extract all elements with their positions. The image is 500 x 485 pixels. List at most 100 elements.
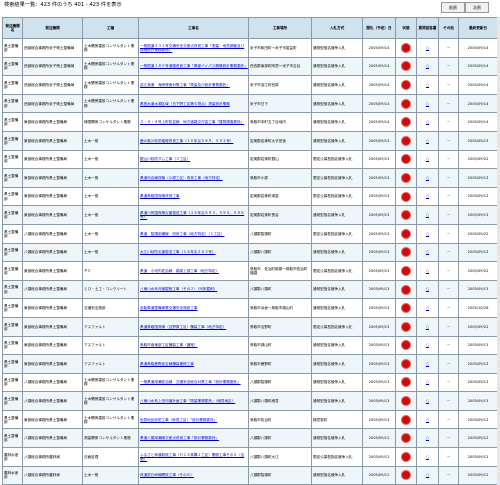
qa-doc-link[interactable]: ○ xyxy=(426,176,429,180)
title-cell[interactable]: 淀江漁港 海岸侵食対策工事「測量及び設計業務委託」 xyxy=(138,75,249,95)
status-seal-icon[interactable] xyxy=(401,79,411,90)
project-title-link[interactable]: 鹿の奥川砂防堰堤改良工事（１６年災５８９，５９２号） xyxy=(140,139,233,143)
status-cell[interactable] xyxy=(395,223,417,244)
qa-doc-link[interactable]: ○ xyxy=(426,343,429,347)
qa-cell[interactable]: ○ xyxy=(416,75,439,95)
title-cell[interactable]: 一般国道１８０号道路改良工事「車部バイパス概略設計業務委託」 xyxy=(138,56,249,77)
status-cell[interactable] xyxy=(395,38,417,58)
project-title-link[interactable]: 県道川所国府線災害復旧工事（１６年災５９３，５９４，５９５号） xyxy=(140,211,244,219)
qa-doc-link[interactable]: ○ xyxy=(426,232,429,236)
qa-doc-link[interactable]: ○ xyxy=(426,473,429,477)
title-cell[interactable]: 八東川水系河道掘削工事（その２）（河床掘削） xyxy=(138,279,249,300)
qa-cell[interactable]: ○ xyxy=(416,205,439,225)
qa-cell[interactable]: ○ xyxy=(416,186,439,207)
status-cell[interactable] xyxy=(395,130,417,151)
status-seal-icon[interactable] xyxy=(401,303,411,314)
next-page-button[interactable]: 次頁 xyxy=(465,2,489,13)
qa-cell[interactable]: ○ xyxy=(416,261,439,281)
qa-cell[interactable]: ○ xyxy=(416,112,439,132)
title-cell[interactable]: 大江川砂防災害復旧工事（１６年災２６３号） xyxy=(138,242,249,263)
project-title-link[interactable]: 林道辰巳峠線開設工事（その６） xyxy=(140,473,194,477)
qa-cell[interactable]: ○ xyxy=(416,223,439,244)
qa-doc-link[interactable]: ○ xyxy=(426,455,429,459)
project-title-link[interactable]: 大江川砂防災害復旧工事（１６年災２６３号） xyxy=(140,250,215,254)
qa-cell[interactable]: ○ xyxy=(416,316,439,337)
project-title-link[interactable]: 県道 智頭用瀬線 改良工事（地方特定）（１工区） xyxy=(140,232,224,236)
status-seal-icon[interactable] xyxy=(401,321,411,332)
project-title-link[interactable]: 県営水道水源区域（日下野工区第６測点）測量設計業務 xyxy=(140,102,230,106)
prev-page-button[interactable]: 前頁 xyxy=(441,2,465,13)
status-seal-icon[interactable] xyxy=(401,470,411,481)
title-cell[interactable]: 林道辰巳峠線開設工事（その６） xyxy=(138,465,249,485)
title-cell[interactable]: 銀山川砂防ダム工事（３工区） xyxy=(138,149,249,170)
status-cell[interactable] xyxy=(395,335,417,356)
qa-doc-link[interactable]: ○ xyxy=(426,139,429,143)
status-seal-icon[interactable] xyxy=(401,284,411,295)
qa-doc-link[interactable]: ○ xyxy=(426,306,429,310)
qa-doc-link[interactable]: ○ xyxy=(426,362,429,366)
status-cell[interactable] xyxy=(395,447,417,467)
project-title-link[interactable]: 八東川水系上流河道計画工事「測量業務委託」（細見地区） xyxy=(140,399,235,403)
title-cell[interactable]: 県道 小河内佐治線 橋梁上部工事（地方特定） xyxy=(138,261,249,281)
status-cell[interactable] xyxy=(395,279,417,300)
qa-cell[interactable]: ○ xyxy=(416,298,439,318)
qa-doc-link[interactable]: ○ xyxy=(426,436,429,440)
qa-doc-link[interactable]: ○ xyxy=(426,102,429,106)
status-seal-icon[interactable] xyxy=(401,451,411,462)
qa-doc-link[interactable]: ○ xyxy=(426,213,429,217)
title-cell[interactable]: ３・４・４号上町松並線 地方道路交付金工事「建物調査委託」 xyxy=(138,112,249,132)
qa-doc-link[interactable]: ○ xyxy=(426,83,429,87)
project-title-link[interactable]: ３・４・４号上町松並線 地方道路交付金工事「建物調査委託」 xyxy=(140,120,244,124)
qa-doc-link[interactable]: ○ xyxy=(426,194,429,198)
status-cell[interactable] xyxy=(395,465,417,485)
status-seal-icon[interactable] xyxy=(401,228,411,239)
title-cell[interactable]: 県道八頭用瀬線交差点改良工事「設計業務委託」 xyxy=(138,428,249,449)
qa-cell[interactable]: ○ xyxy=(416,242,439,263)
title-cell[interactable]: 県道鳥取国府線（吉野原工区）舗装工事（地方特定） xyxy=(138,316,249,337)
title-cell[interactable]: 県道 智頭用瀬線 改良工事（地方特定）（１工区） xyxy=(138,223,249,244)
qa-doc-link[interactable]: ○ xyxy=(426,380,429,384)
qa-cell[interactable]: ○ xyxy=(416,93,439,114)
project-title-link[interactable]: 県道鳥取鹿野倉吉線舗装補修工事 xyxy=(140,362,194,366)
qa-cell[interactable]: ○ xyxy=(416,279,439,300)
status-cell[interactable] xyxy=(395,56,417,77)
status-cell[interactable] xyxy=(395,149,417,170)
project-title-link[interactable]: 県道鳥取国府線（吉野原工区）舗装工事（地方特定） xyxy=(140,325,226,329)
project-title-link[interactable]: 自転車道整備事業交通安全施設工事 xyxy=(140,306,198,310)
project-title-link[interactable]: ふるさと林道新設工事（Ｈ１６林構１工区）開設工事その５（法面） xyxy=(140,453,244,461)
status-seal-icon[interactable] xyxy=(401,265,411,276)
status-cell[interactable] xyxy=(395,168,417,188)
qa-doc-link[interactable]: ○ xyxy=(426,64,429,68)
qa-doc-link[interactable]: ○ xyxy=(426,287,429,291)
qa-cell[interactable]: ○ xyxy=(416,409,439,430)
title-cell[interactable]: 一般国道４３１号交通安全交差点改良工事「測量・地質調査及び詳細設計業務委託」 xyxy=(138,38,249,58)
project-title-link[interactable]: 県道八頭用瀬線交差点改良工事「設計業務委託」 xyxy=(140,436,219,440)
project-title-link[interactable]: 八東川水系河道掘削工事（その２）（河床掘削） xyxy=(140,287,217,291)
qa-doc-link[interactable]: ○ xyxy=(426,325,429,329)
title-cell[interactable]: 自転車道整備事業交通安全施設工事 xyxy=(138,298,249,318)
project-title-link[interactable]: 一般国道１８０号道路改良工事「車部バイパス概略設計業務委託」 xyxy=(140,64,248,68)
project-title-link[interactable]: 鳥取市南東部工区舗装工事（通常） xyxy=(140,343,198,347)
title-cell[interactable]: 県道鳥取鹿野倉吉線舗装補修工事 xyxy=(138,354,249,374)
title-cell[interactable]: 八東川水系上流河道計画工事「測量業務委託」（細見地区） xyxy=(138,391,249,411)
status-seal-icon[interactable] xyxy=(401,191,411,202)
qa-cell[interactable]: ○ xyxy=(416,447,439,467)
status-seal-icon[interactable] xyxy=(401,135,411,146)
qa-cell[interactable]: ○ xyxy=(416,130,439,151)
status-cell[interactable] xyxy=(395,205,417,225)
status-cell[interactable] xyxy=(395,261,417,281)
project-title-link[interactable]: 県道鳥取国府線改良工事 xyxy=(140,194,180,198)
status-cell[interactable] xyxy=(395,391,417,411)
qa-cell[interactable]: ○ xyxy=(416,149,439,170)
status-cell[interactable] xyxy=(395,409,417,430)
status-cell[interactable] xyxy=(395,93,417,114)
qa-doc-link[interactable]: ○ xyxy=(426,250,429,254)
qa-cell[interactable]: ○ xyxy=(416,335,439,356)
status-cell[interactable] xyxy=(395,428,417,449)
project-title-link[interactable]: 銀山川砂防ダム工事（３工区） xyxy=(140,157,190,161)
status-seal-icon[interactable] xyxy=(401,377,411,388)
title-cell[interactable]: ふるさと林道新設工事（Ｈ１６林構１工区）開設工事その５（法面） xyxy=(138,447,249,467)
status-seal-icon[interactable] xyxy=(401,414,411,425)
status-seal-icon[interactable] xyxy=(401,172,411,183)
qa-doc-link[interactable]: ○ xyxy=(426,120,429,124)
